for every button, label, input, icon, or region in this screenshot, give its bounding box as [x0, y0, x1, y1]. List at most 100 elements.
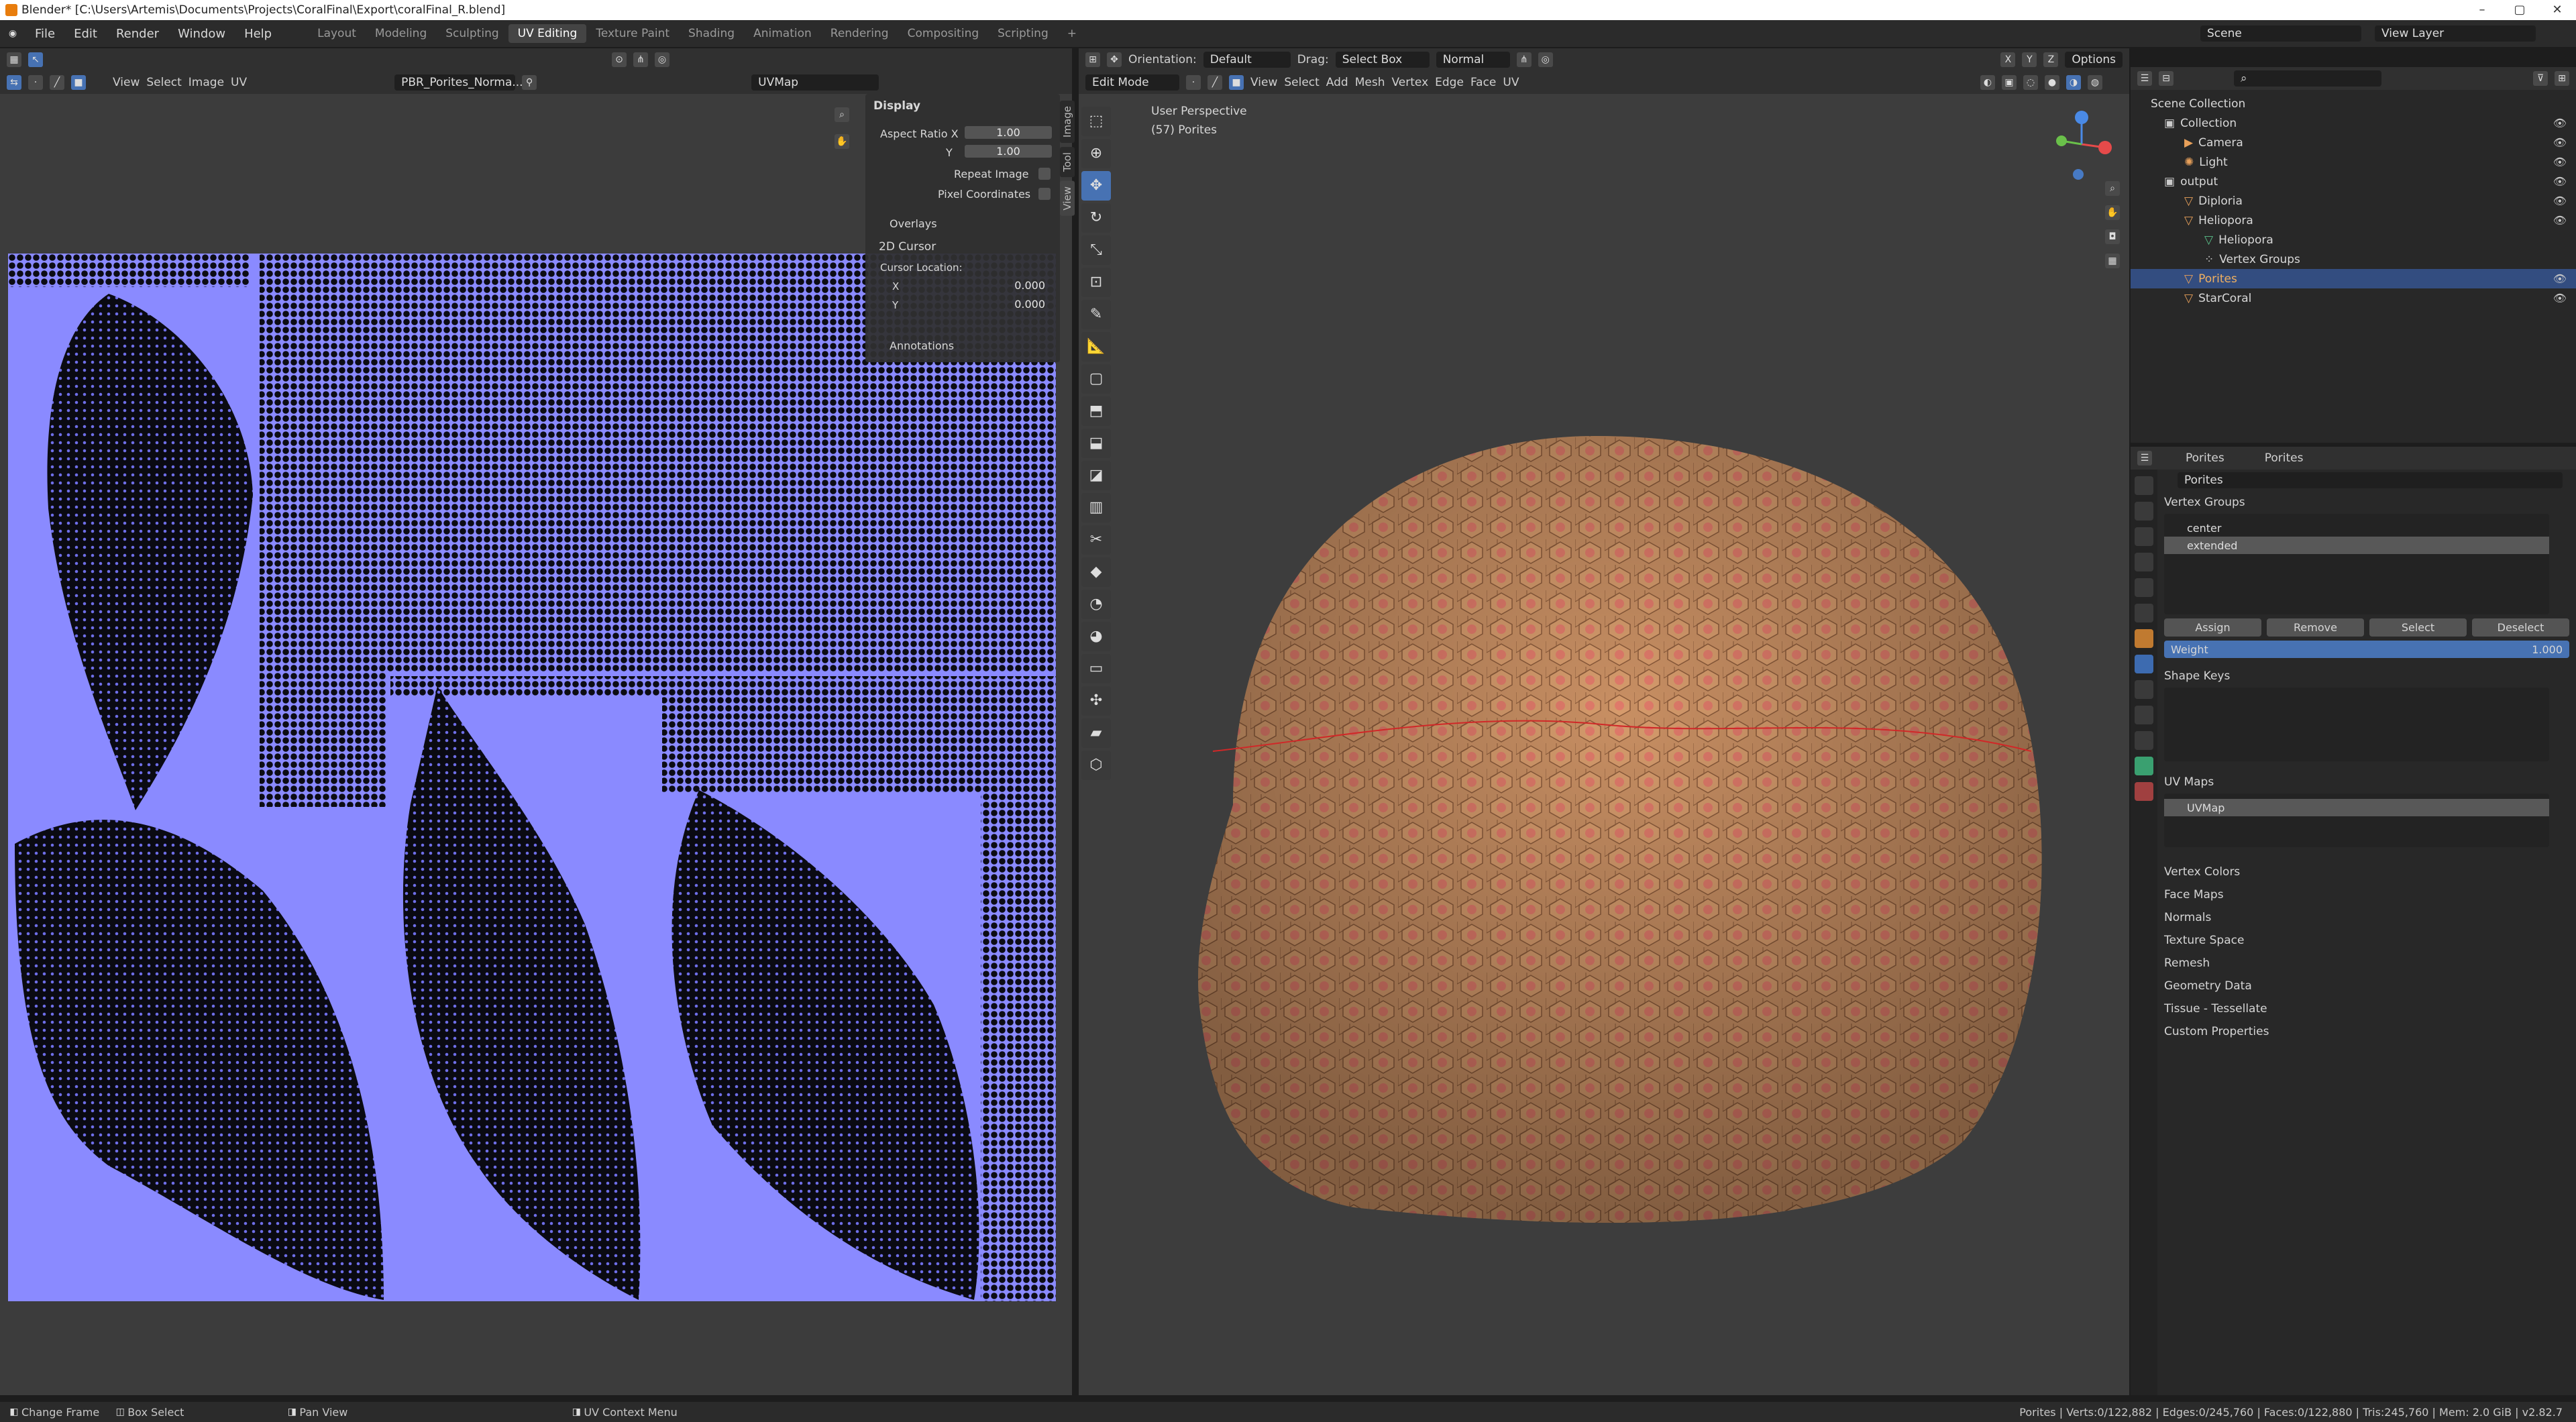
overlay-icon[interactable]: ◐: [1980, 75, 1995, 90]
close-button[interactable]: ✕: [2538, 0, 2576, 20]
tab-scripting[interactable]: Scripting: [988, 24, 1058, 43]
outliner-row[interactable]: ✺ Light 👁: [2131, 152, 2576, 172]
select-box-tool-icon[interactable]: ⬚: [1081, 107, 1111, 136]
world-tab-icon[interactable]: [2135, 604, 2153, 622]
edge-mode-icon[interactable]: ╱: [1208, 75, 1222, 90]
options-dropdown[interactable]: Options: [2065, 52, 2123, 68]
edge-slide-tool-icon[interactable]: ▭: [1081, 654, 1111, 683]
tab-sculpting[interactable]: Sculpting: [436, 24, 508, 43]
annotate-tool-icon[interactable]: ✎: [1081, 300, 1111, 329]
smooth-tool-icon[interactable]: ◕: [1081, 622, 1111, 651]
3d-viewport[interactable]: User Perspective (57) Porites ⌕ ✋ ◘ ▦: [1079, 94, 2129, 1395]
filter-mode-icon[interactable]: ⊟: [2159, 71, 2174, 86]
tool-tab-icon[interactable]: [2135, 476, 2153, 495]
mesh-name-field[interactable]: Porites: [2178, 472, 2563, 488]
editor-type-icon[interactable]: ☰: [2137, 71, 2152, 86]
tab-texture-paint[interactable]: Texture Paint: [586, 24, 679, 43]
texture-space-section[interactable]: Texture Space: [2157, 929, 2576, 952]
pivot-dropdown[interactable]: Normal: [1436, 52, 1510, 68]
face-select-icon[interactable]: ■: [71, 75, 86, 90]
pan-hand-icon[interactable]: ✋: [2105, 205, 2120, 220]
assign-button[interactable]: Assign: [2164, 618, 2261, 637]
aspect-ratio-y-field[interactable]: 1.00: [965, 145, 1052, 158]
orientation-dropdown[interactable]: Default: [1203, 52, 1291, 68]
editor-type-icon[interactable]: ⊞: [1085, 52, 1100, 67]
outliner-row[interactable]: ▽ StarCoral 👁: [2131, 288, 2576, 308]
mode-dropdown[interactable]: Edit Mode: [1085, 74, 1179, 91]
outliner-row[interactable]: ▽ Porites 👁: [2131, 269, 2576, 288]
pixel-coordinates-checkbox[interactable]: [1038, 188, 1051, 200]
image-selector[interactable]: PBR_Porites_Norma...: [394, 74, 523, 91]
outliner-row[interactable]: ▽ Diploria 👁: [2131, 191, 2576, 211]
cursor-y-field[interactable]: 0.000: [879, 298, 1052, 311]
list-item[interactable]: center: [2164, 519, 2549, 537]
tab-uv-editing[interactable]: UV Editing: [508, 24, 587, 43]
outliner-row[interactable]: ▣ Collection 👁: [2131, 113, 2576, 133]
menu-help[interactable]: Help: [235, 27, 281, 41]
zoom-icon[interactable]: ⌕: [835, 107, 849, 122]
vertex-groups-section[interactable]: Vertex Groups: [2157, 491, 2576, 514]
shape-keys-section[interactable]: Shape Keys: [2157, 665, 2576, 688]
material-shading-icon[interactable]: ◑: [2066, 75, 2081, 90]
menu-render[interactable]: Render: [107, 27, 168, 41]
knife-tool-icon[interactable]: ✂: [1081, 525, 1111, 555]
outliner-row[interactable]: Scene Collection: [2131, 94, 2576, 113]
tab-rendering[interactable]: Rendering: [821, 24, 898, 43]
snap-icon[interactable]: ⋔: [1516, 52, 1532, 67]
output-tab-icon[interactable]: [2135, 527, 2153, 546]
tab-tool[interactable]: Tool: [1060, 146, 1075, 178]
aspect-ratio-x-field[interactable]: 1.00: [965, 126, 1052, 139]
face-maps-section[interactable]: Face Maps: [2157, 883, 2576, 906]
mirror-x-toggle[interactable]: X: [2000, 52, 2016, 67]
scale-tool-icon[interactable]: ⤡: [1081, 235, 1111, 265]
eye-icon[interactable]: 👁: [2553, 175, 2567, 188]
outliner-row[interactable]: ▽ Heliopora 👁: [2131, 211, 2576, 230]
transform-tool-icon[interactable]: ⊡: [1081, 268, 1111, 297]
menu-file[interactable]: File: [25, 27, 64, 41]
rip-tool-icon[interactable]: ⬡: [1081, 751, 1111, 780]
view-layer-selector[interactable]: View Layer: [2375, 25, 2536, 42]
move-tool-icon[interactable]: ✥: [1081, 171, 1111, 201]
eye-icon[interactable]: 👁: [2553, 117, 2567, 129]
mirror-z-toggle[interactable]: Z: [2043, 52, 2059, 67]
snap-icon[interactable]: ⋔: [633, 52, 648, 67]
editor-type-icon[interactable]: ▦: [7, 52, 21, 67]
eye-icon[interactable]: 👁: [2553, 272, 2567, 285]
outliner-row[interactable]: ⁘ Vertex Groups: [2131, 250, 2576, 269]
uv-maps-section[interactable]: UV Maps: [2157, 771, 2576, 794]
select-mode-icon[interactable]: ↖: [28, 52, 43, 67]
rendered-shading-icon[interactable]: ◍: [2088, 75, 2102, 90]
tissue-tessellate-section[interactable]: Tissue - Tessellate: [2157, 997, 2576, 1020]
select-button[interactable]: Select: [2369, 618, 2467, 637]
eye-icon[interactable]: 👁: [2553, 195, 2567, 207]
vertex-colors-section[interactable]: Vertex Colors: [2157, 861, 2576, 883]
editor-type-icon[interactable]: ☰: [2137, 451, 2152, 466]
modifier-tab-icon[interactable]: [2135, 655, 2153, 673]
add-cube-tool-icon[interactable]: ▢: [1081, 364, 1111, 394]
outliner-row[interactable]: ▣ output 👁: [2131, 172, 2576, 191]
particles-tab-icon[interactable]: [2135, 680, 2153, 699]
xray-icon[interactable]: ▣: [2002, 75, 2017, 90]
uv-menu-view[interactable]: View: [113, 76, 140, 89]
navigation-gizmo[interactable]: [2045, 107, 2118, 181]
geometry-data-section[interactable]: Geometry Data: [2157, 975, 2576, 997]
solid-shading-icon[interactable]: ●: [2045, 75, 2059, 90]
minimize-button[interactable]: –: [2463, 0, 2501, 20]
vp-menu-mesh[interactable]: Mesh: [1355, 76, 1385, 89]
render-tab-icon[interactable]: [2135, 502, 2153, 521]
pan-hand-icon[interactable]: ✋: [835, 134, 849, 149]
data-tab-icon[interactable]: [2135, 757, 2153, 775]
tab-layout[interactable]: Layout: [308, 24, 366, 43]
maximize-button[interactable]: ▢: [2501, 0, 2538, 20]
display-section-header[interactable]: Display: [873, 99, 920, 113]
face-mode-icon[interactable]: ■: [1229, 75, 1244, 90]
tab-view[interactable]: View: [1060, 181, 1075, 216]
uv-menu-select[interactable]: Select: [146, 76, 181, 89]
measure-tool-icon[interactable]: 📐: [1081, 332, 1111, 362]
cursor-x-field[interactable]: 0.000: [879, 279, 1052, 292]
pivot-icon[interactable]: ⊙: [612, 52, 627, 67]
uv-menu-uv[interactable]: UV: [231, 76, 247, 89]
vp-menu-view[interactable]: View: [1250, 76, 1277, 89]
new-collection-icon[interactable]: ⊞: [2555, 71, 2569, 86]
uv-menu-image[interactable]: Image: [189, 76, 224, 89]
